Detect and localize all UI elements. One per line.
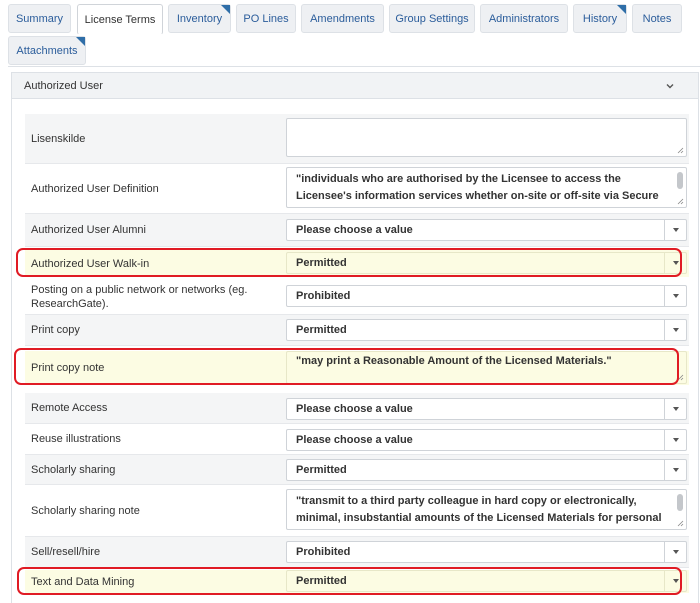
term-row-print-copy-note: Print copy note "may print a Reasonable … — [25, 351, 689, 385]
authorized-user-definition-textarea[interactable]: "individuals who are authorised by the L… — [286, 167, 687, 208]
resize-grip-icon[interactable] — [677, 198, 684, 205]
caret-down-icon — [672, 228, 679, 232]
term-label: Posting on a public network or networks … — [31, 284, 248, 310]
field-value: "transmit to a third party colleague in … — [296, 495, 662, 524]
select-value: Please choose a value — [296, 434, 413, 446]
term-row-print-copy: Print copy Permitted — [25, 315, 689, 346]
term-label: Print copy note — [31, 362, 105, 374]
term-row-authorized-user-definition: Authorized User Definition "individuals … — [25, 164, 689, 214]
authorized-user-alumni-select[interactable]: Please choose a value — [286, 219, 687, 241]
dropdown-toggle[interactable] — [664, 430, 686, 450]
select-value: Permitted — [296, 257, 347, 269]
term-label: Authorized User Alumni — [31, 224, 146, 236]
term-label: Reuse illustrations — [31, 433, 121, 445]
term-label: Sell/resell/hire — [31, 546, 101, 558]
notification-flag-icon — [617, 5, 626, 14]
sell-resell-hire-select[interactable]: Prohibited — [286, 541, 687, 563]
tab-attachments[interactable]: Attachments — [8, 36, 86, 65]
term-label: Print copy — [31, 324, 80, 336]
caret-down-icon — [672, 328, 679, 332]
term-row-scholarly-sharing-note: Scholarly sharing note "transmit to a th… — [25, 485, 689, 537]
select-value: Please choose a value — [296, 403, 413, 415]
dropdown-toggle[interactable] — [664, 460, 686, 480]
resize-grip-icon[interactable] — [677, 147, 684, 154]
tab-label: History — [582, 12, 618, 25]
resize-grip-icon[interactable] — [677, 520, 684, 527]
panel-title: Authorized User — [24, 79, 103, 92]
scrollbar-thumb[interactable] — [677, 172, 683, 189]
scrollbar-thumb[interactable] — [677, 494, 683, 511]
dropdown-toggle[interactable] — [664, 286, 686, 306]
tab-administrators[interactable]: Administrators — [480, 4, 568, 33]
lisenskilde-textarea[interactable] — [286, 118, 687, 157]
tab-history[interactable]: History — [573, 4, 627, 33]
term-row-authorized-user-walk-in: Authorized User Walk-in Permitted — [25, 250, 689, 277]
field-value: "may print a Reasonable Amount of the Li… — [296, 355, 612, 367]
tab-label: Inventory — [176, 12, 223, 25]
scholarly-sharing-note-textarea[interactable]: "transmit to a third party colleague in … — [286, 489, 687, 530]
reuse-illustrations-select[interactable]: Please choose a value — [286, 429, 687, 451]
tab-po-lines[interactable]: PO Lines — [236, 4, 296, 33]
caret-down-icon — [672, 294, 679, 298]
scholarly-sharing-select[interactable]: Permitted — [286, 459, 687, 481]
term-row-lisenskilde: Lisenskilde — [25, 114, 689, 164]
tab-group-settings[interactable]: Group Settings — [389, 4, 475, 33]
tab-bar: Summary License Terms Inventory PO Lines… — [0, 0, 700, 66]
tab-divider — [8, 66, 700, 67]
panel-header[interactable]: Authorized User — [12, 73, 698, 99]
term-label: Text and Data Mining — [31, 575, 135, 588]
notification-flag-icon — [76, 37, 85, 46]
term-label: Lisenskilde — [31, 132, 86, 145]
dropdown-toggle[interactable] — [664, 220, 686, 240]
posting-public-network-select[interactable]: Prohibited — [286, 285, 687, 307]
select-value: Prohibited — [296, 546, 351, 558]
dropdown-toggle[interactable] — [664, 542, 686, 562]
print-copy-select[interactable]: Permitted — [286, 319, 687, 341]
tab-label: Attachments — [16, 44, 78, 57]
caret-down-icon — [672, 261, 679, 265]
select-value: Permitted — [296, 464, 347, 476]
field-value: "individuals who are authorised by the L… — [296, 173, 659, 202]
term-label: Authorized User Definition — [31, 182, 159, 195]
dropdown-toggle[interactable] — [664, 320, 686, 340]
select-value: Prohibited — [296, 290, 351, 302]
print-copy-note-textarea[interactable]: "may print a Reasonable Amount of the Li… — [286, 351, 687, 384]
caret-down-icon — [672, 550, 679, 554]
tab-summary[interactable]: Summary — [8, 4, 71, 33]
chevron-down-icon[interactable] — [664, 80, 676, 92]
tab-notes[interactable]: Notes — [632, 4, 682, 33]
text-and-data-mining-select[interactable]: Permitted — [286, 570, 687, 592]
select-value: Please choose a value — [296, 224, 413, 236]
dropdown-toggle[interactable] — [664, 571, 686, 591]
term-row-reuse-illustrations: Reuse illustrations Please choose a valu… — [25, 424, 689, 455]
term-row-authorized-user-alumni: Authorized User Alumni Please choose a v… — [25, 214, 689, 247]
term-row-text-and-data-mining: Text and Data Mining Permitted — [25, 570, 689, 593]
select-value: Permitted — [296, 575, 347, 587]
term-row-sell-resell-hire: Sell/resell/hire Prohibited — [25, 537, 689, 568]
term-row-scholarly-sharing: Scholarly sharing Permitted — [25, 455, 689, 485]
authorized-user-walk-in-select[interactable]: Permitted — [286, 252, 687, 274]
notification-flag-icon — [221, 5, 230, 14]
caret-down-icon — [672, 407, 679, 411]
dropdown-toggle[interactable] — [664, 253, 686, 273]
caret-down-icon — [672, 468, 679, 472]
tab-amendments[interactable]: Amendments — [301, 4, 384, 33]
select-value: Permitted — [296, 324, 347, 336]
dropdown-toggle[interactable] — [664, 399, 686, 419]
term-row-remote-access: Remote Access Please choose a value — [25, 393, 689, 424]
field-value — [296, 124, 670, 152]
term-label: Authorized User Walk-in — [31, 257, 150, 270]
term-label: Scholarly sharing — [31, 463, 116, 476]
resize-grip-icon[interactable] — [677, 374, 684, 381]
caret-down-icon — [672, 579, 679, 583]
tab-license-terms[interactable]: License Terms — [77, 4, 163, 35]
remote-access-select[interactable]: Please choose a value — [286, 398, 687, 420]
term-label: Scholarly sharing note — [31, 504, 140, 517]
tab-inventory[interactable]: Inventory — [168, 4, 231, 33]
term-row-posting-public-network: Posting on a public network or networks … — [25, 280, 689, 315]
caret-down-icon — [672, 438, 679, 442]
term-label: Remote Access — [31, 402, 108, 414]
authorized-user-panel: Authorized User Lisenskilde Authorized U… — [11, 72, 699, 603]
